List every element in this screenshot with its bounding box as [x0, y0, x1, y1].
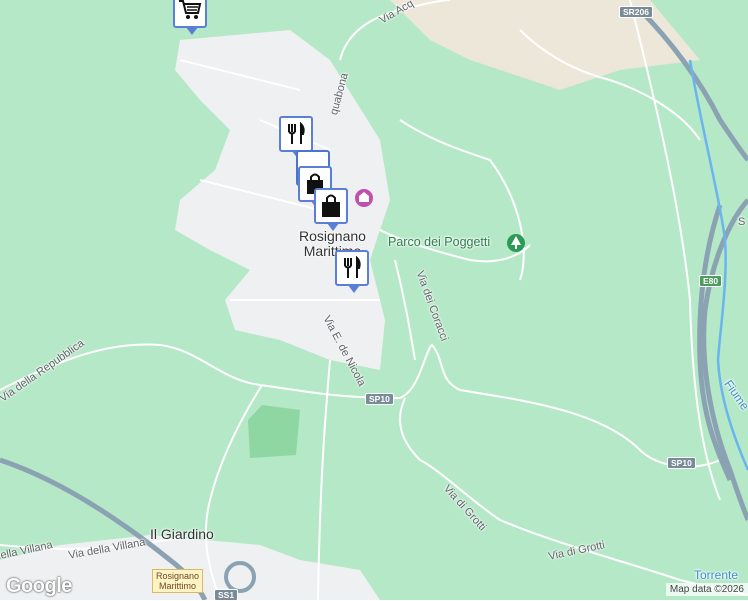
- google-logo[interactable]: Google: [6, 575, 72, 598]
- shopping-bag-marker-2[interactable]: [314, 188, 348, 231]
- road-shield-ss1: SS1: [214, 589, 239, 601]
- map-canvas[interactable]: [0, 0, 748, 600]
- restaurant-marker-3[interactable]: [335, 250, 369, 293]
- edge-label: S: [738, 216, 746, 228]
- station-label[interactable]: Rosignano Marittimo: [152, 569, 204, 593]
- shopping-cart-marker[interactable]: [173, 0, 207, 35]
- map-attribution[interactable]: Map data ©2026: [665, 583, 748, 596]
- road-shield-sr206: SR206: [619, 6, 653, 18]
- sports-field: [248, 405, 300, 458]
- road-shield-sp10-a: SP10: [365, 393, 394, 405]
- shopping-bag-icon: [322, 194, 340, 217]
- park-label: Parco dei Poggetti: [388, 235, 491, 249]
- river-label-torrente: Torrente: [694, 568, 739, 582]
- tree-icon: [507, 234, 525, 252]
- fork-knife-icon: [288, 122, 305, 144]
- road-shield-e80: E80: [699, 275, 723, 287]
- locality-label: Il Giardino: [150, 526, 214, 542]
- restaurant-marker-1[interactable]: [279, 116, 313, 159]
- fork-knife-icon: [344, 256, 361, 278]
- road-shield-sp10-b: SP10: [667, 457, 696, 469]
- shopping-cart-icon: [179, 0, 202, 19]
- landmark-icon: [355, 189, 373, 207]
